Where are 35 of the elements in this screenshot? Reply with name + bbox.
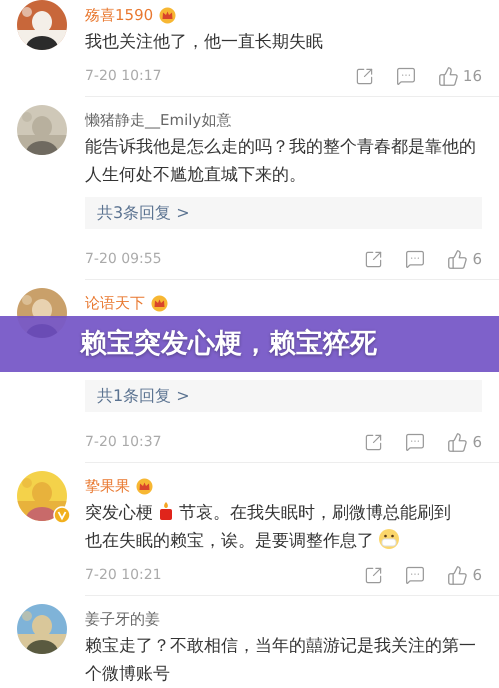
share-button[interactable] (364, 432, 384, 452)
crown-icon (151, 294, 168, 312)
comment-text: 也在失眠的赖宝，诶。是要调整作息了 (85, 531, 374, 551)
crown-icon (159, 6, 176, 24)
comment-button[interactable] (396, 66, 416, 86)
timestamp: 7-20 10:21 (85, 567, 163, 583)
share-button[interactable] (354, 66, 374, 86)
comment-button[interactable] (405, 249, 426, 269)
crown-icon (136, 478, 153, 494)
like-button[interactable]: 6 (447, 564, 482, 586)
replies-link[interactable]: 共1条回复 > (97, 386, 190, 406)
timestamp: 7-20 09:55 (85, 251, 163, 267)
headline: 赖宝突发心梗，赖宝猝死 (80, 329, 377, 359)
like-button[interactable]: 6 (447, 432, 482, 452)
comment-button[interactable] (405, 565, 426, 585)
candle-icon (157, 501, 175, 521)
user-name[interactable]: 姜子牙的姜 (85, 610, 160, 628)
user-name[interactable]: 殇喜1590 (85, 6, 154, 24)
timestamp: 7-20 10:37 (85, 434, 163, 450)
comment-text: 我也关注他了，他一直长期失眠 (85, 32, 323, 52)
timestamp: 7-20 10:17 (85, 68, 163, 84)
masked-face-icon (378, 528, 400, 550)
user-name[interactable]: 懒猪静走__Emily如意 (85, 110, 232, 130)
like-button[interactable]: 16 (438, 66, 482, 86)
share-button[interactable] (364, 566, 384, 584)
user-name[interactable]: 论语天下 (85, 294, 145, 312)
comment-text: 能告诉我他是怎么走的吗？我的整个青春都是靠他的人生何处不尴尬直城下来的。 (85, 137, 476, 185)
share-button[interactable] (364, 250, 384, 268)
comment-text: 节哀。在我失眠时，刷微博总能刷到 (179, 503, 451, 523)
comment-button[interactable] (405, 432, 426, 452)
user-name[interactable]: 挚果果 (85, 476, 130, 496)
replies-link[interactable]: 共3条回复 > (97, 202, 190, 224)
comment-text: 突发心梗 (85, 503, 153, 523)
comment-text: 赖宝走了？不敢相信，当年的囍游记是我关注的第一个微博账号 (85, 636, 476, 684)
like-button[interactable]: 6 (447, 248, 482, 270)
